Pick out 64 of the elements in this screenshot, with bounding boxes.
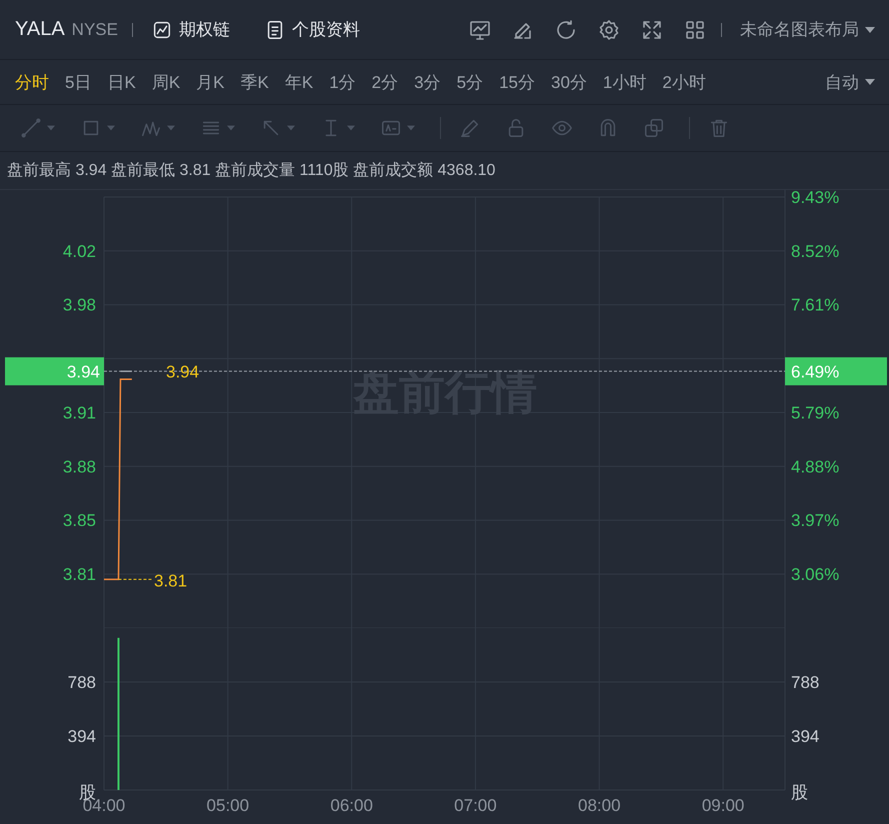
- timeframe-tab[interactable]: 1小时: [600, 70, 654, 94]
- settings-icon[interactable]: [597, 18, 621, 42]
- exchange-label: NYSE: [72, 20, 118, 40]
- caret-icon[interactable]: [107, 126, 115, 130]
- premarket-summary: 盘前最高 3.94 盘前最低 3.81 盘前成交量 1110股 盘前成交额 4368.10: [7, 160, 496, 181]
- volume-unit-label: 股: [791, 783, 808, 802]
- percent-axis-label: 3.06%: [791, 565, 840, 584]
- timeframe-tab[interactable]: 5分: [454, 70, 490, 94]
- last-price-badge: 3.94: [5, 357, 104, 386]
- low-price-label: 3.81: [154, 571, 188, 590]
- timeframe-tab[interactable]: 3分: [412, 70, 448, 94]
- pen-icon[interactable]: [459, 117, 481, 139]
- percent-axis-label: 3.97%: [791, 511, 840, 530]
- timeframe-tab[interactable]: 周K: [150, 70, 188, 94]
- price-axis-label: 4.02: [62, 242, 96, 261]
- line-tool-icon[interactable]: [20, 117, 42, 139]
- price-axis-label: 3.91: [62, 403, 96, 422]
- caret-icon[interactable]: [347, 126, 355, 130]
- time-axis-label: 07:00: [454, 796, 497, 815]
- price-axis-label: 3.98: [62, 296, 96, 315]
- volume-axis-label: 394: [68, 727, 96, 746]
- percent-axis-label: 8.52%: [791, 242, 840, 261]
- timeframe-tab[interactable]: 年K: [282, 70, 320, 94]
- caret-icon[interactable]: [407, 126, 415, 130]
- price-axis-label: 3.88: [62, 457, 96, 476]
- timeframe-tab[interactable]: 1分: [327, 70, 363, 94]
- stock-symbol: YALA: [15, 18, 65, 41]
- timeframe-tab[interactable]: 月K: [194, 70, 232, 94]
- time-axis-label: 08:00: [578, 796, 621, 815]
- caret-icon[interactable]: [227, 126, 235, 130]
- time-axis-label: 09:00: [702, 796, 744, 815]
- trash-icon[interactable]: [708, 117, 730, 139]
- price-axis-label: 3.81: [62, 565, 96, 584]
- timeframe-tab[interactable]: 2小时: [660, 70, 713, 94]
- price-line: [120, 370, 132, 372]
- timeframe-tab[interactable]: 季K: [238, 70, 276, 94]
- caret-icon[interactable]: [47, 126, 55, 130]
- refresh-icon[interactable]: [554, 18, 578, 42]
- high-price-label: 3.94: [166, 362, 200, 382]
- percent-axis-label: 9.43%: [791, 190, 840, 207]
- volume-axis-label: 394: [791, 727, 820, 746]
- volume-axis-label: 788: [68, 673, 96, 692]
- header-link[interactable]: 个股资料: [264, 18, 360, 41]
- timeframe-tab[interactable]: 15分: [497, 70, 542, 94]
- last-change-badge: 6.49%: [785, 357, 887, 386]
- low-price-line: [118, 578, 152, 580]
- timeframe-tab[interactable]: 分时: [13, 70, 56, 94]
- timeframe-tab[interactable]: 5日: [63, 70, 98, 94]
- caret-icon[interactable]: [287, 126, 295, 130]
- volume-axis-label: 788: [791, 673, 820, 692]
- time-axis-label: 05:00: [206, 796, 250, 815]
- copy-icon[interactable]: [643, 117, 665, 139]
- layout-menu[interactable]: 未命名图表布局: [740, 18, 889, 41]
- percent-axis-label: 4.88%: [791, 457, 840, 476]
- percent-axis-label: 5.79%: [791, 403, 840, 422]
- timeframe-tab[interactable]: 2分: [370, 70, 406, 94]
- percent-axis-label: 7.61%: [791, 296, 840, 315]
- timeframe-tab[interactable]: 30分: [548, 70, 594, 94]
- header-link[interactable]: 期权链: [150, 18, 230, 41]
- mode-menu[interactable]: 自动: [825, 70, 889, 94]
- caret-icon[interactable]: [167, 126, 175, 130]
- time-axis-label: 06:00: [330, 796, 373, 815]
- price-axis-label: 3.85: [62, 511, 96, 530]
- timeframe-tab[interactable]: 日K: [105, 70, 143, 94]
